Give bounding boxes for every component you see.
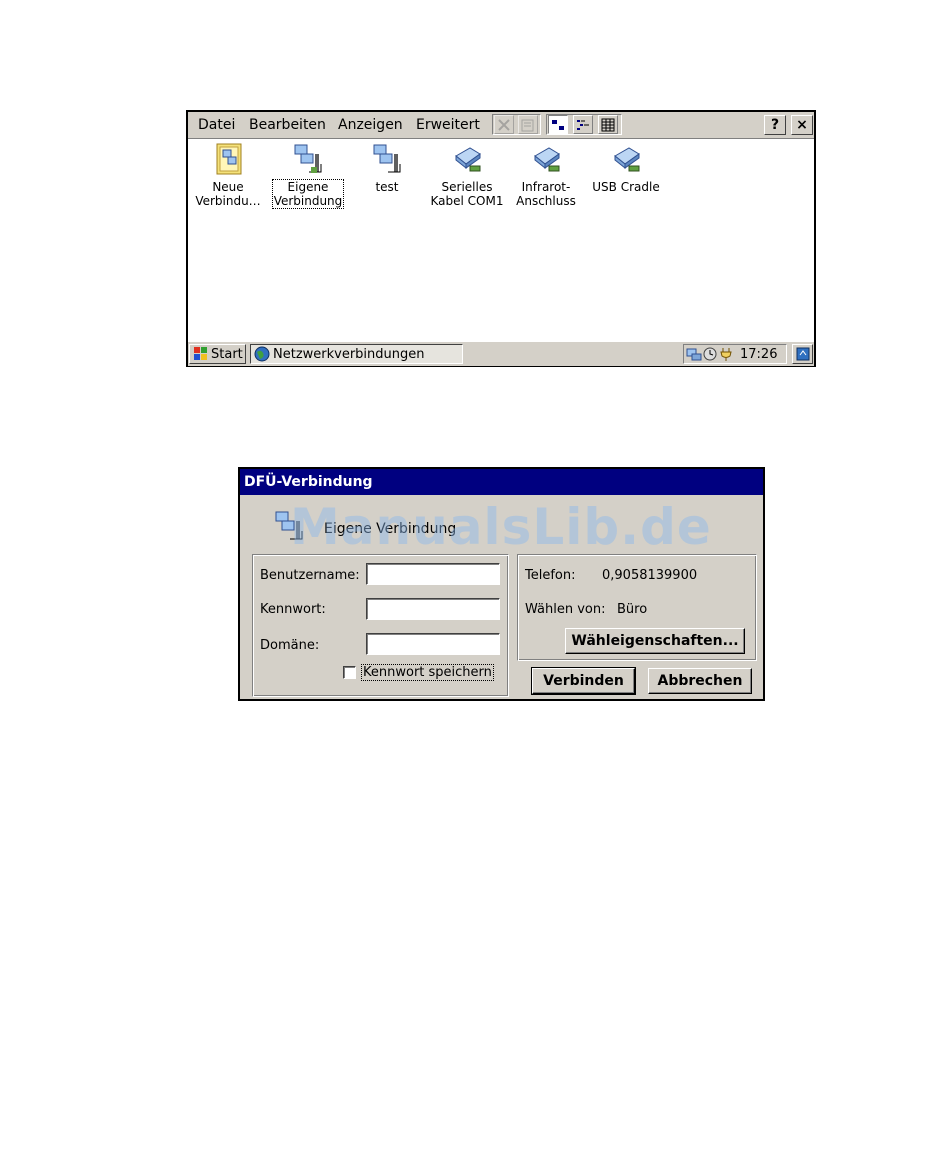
- dialup-connection-icon: [373, 144, 401, 173]
- icon-label: test: [375, 180, 399, 194]
- list-view-icon: [577, 119, 589, 130]
- taskbar-button-network[interactable]: Netzwerkverbindungen: [250, 344, 463, 364]
- icon-label: Serielles Kabel COM1: [430, 180, 504, 208]
- icon-eigene-verbindung[interactable]: Eigene Verbindung: [268, 142, 348, 209]
- icon-serial-cable[interactable]: Serielles Kabel COM1: [427, 142, 507, 208]
- network-globe-icon: [254, 346, 270, 362]
- connection-name: Eigene Verbindung: [324, 521, 457, 537]
- clock-status-icon[interactable]: [702, 346, 718, 362]
- new-connection-icon: [216, 143, 242, 175]
- system-tray: 17:26: [683, 344, 787, 364]
- domain-label: Domäne:: [260, 638, 320, 653]
- dialup-connection-icon: [275, 511, 303, 540]
- username-input[interactable]: [366, 563, 500, 585]
- network-status-icon[interactable]: [686, 346, 702, 362]
- dialup-dialog: DFÜ-Verbindung Eigene Verbindung Benutze…: [238, 467, 765, 701]
- menu-datei[interactable]: Datei: [198, 117, 235, 133]
- username-label: Benutzername:: [260, 568, 360, 583]
- menu-anzeigen[interactable]: Anzeigen: [338, 117, 403, 133]
- icon-usb-cradle[interactable]: USB Cradle: [586, 142, 666, 194]
- icon-test[interactable]: test: [347, 142, 427, 194]
- direct-connection-icon: [455, 147, 481, 172]
- icon-label: USB Cradle: [592, 180, 660, 194]
- start-button[interactable]: Start: [189, 344, 246, 364]
- cancel-button[interactable]: Abbrechen: [648, 668, 752, 694]
- password-label: Kennwort:: [260, 602, 326, 617]
- phone-label: Telefon:: [525, 568, 576, 583]
- delete-button[interactable]: [494, 115, 514, 134]
- save-password-checkbox[interactable]: [343, 666, 356, 679]
- taskbar-button-label: Netzwerkverbindungen: [273, 346, 425, 362]
- dialog-title: DFÜ-Verbindung: [240, 469, 763, 495]
- icon-new-connection[interactable]: Neue Verbindu…: [188, 142, 268, 208]
- taskbar: Start Netzwerkverbindungen 17:26: [188, 341, 814, 366]
- desktop-icon: [796, 347, 809, 361]
- menu-bearbeiten[interactable]: Bearbeiten: [249, 117, 326, 133]
- properties-icon: [521, 119, 534, 131]
- list-view-button[interactable]: [573, 115, 593, 134]
- password-input[interactable]: [366, 598, 500, 620]
- large-icons-view-button[interactable]: [548, 115, 568, 134]
- help-button[interactable]: ?: [764, 115, 786, 135]
- clock-time[interactable]: 17:26: [740, 347, 777, 362]
- direct-connection-icon: [614, 147, 640, 172]
- icon-label: Eigene Verbindung: [271, 179, 345, 209]
- icon-infrared[interactable]: Infrarot- Anschluss: [506, 142, 586, 208]
- menu-erweitert[interactable]: Erweitert: [416, 117, 480, 133]
- dial-properties-button[interactable]: Wähleigenschaften...: [565, 628, 745, 654]
- dialup-connection-icon: [294, 144, 322, 173]
- close-button[interactable]: ×: [791, 115, 813, 135]
- power-plug-icon[interactable]: [718, 346, 734, 362]
- details-view-icon: [601, 118, 615, 131]
- dial-from-label: Wählen von:: [525, 602, 606, 617]
- details-view-button[interactable]: [598, 115, 618, 134]
- connect-button[interactable]: Verbinden: [531, 667, 636, 695]
- icon-label: Neue Verbindu…: [195, 180, 261, 208]
- save-password-label[interactable]: Kennwort speichern: [361, 664, 494, 681]
- icon-label: Infrarot- Anschluss: [516, 180, 576, 208]
- large-icons-icon: [552, 119, 564, 130]
- domain-input[interactable]: [366, 633, 500, 655]
- menu-bar: Datei Bearbeiten Anzeigen Erweitert ? ×: [188, 112, 814, 139]
- network-connections-window: Datei Bearbeiten Anzeigen Erweitert ? ×: [186, 110, 816, 367]
- phone-value: 0,9058139900: [602, 568, 698, 583]
- windows-logo-icon: [194, 347, 207, 360]
- show-desktop-button[interactable]: [792, 344, 813, 364]
- properties-button[interactable]: [518, 115, 538, 134]
- delete-icon: [498, 118, 510, 131]
- dial-from-value: Büro: [617, 602, 648, 617]
- start-label: Start: [211, 346, 243, 362]
- direct-connection-icon: [534, 147, 560, 172]
